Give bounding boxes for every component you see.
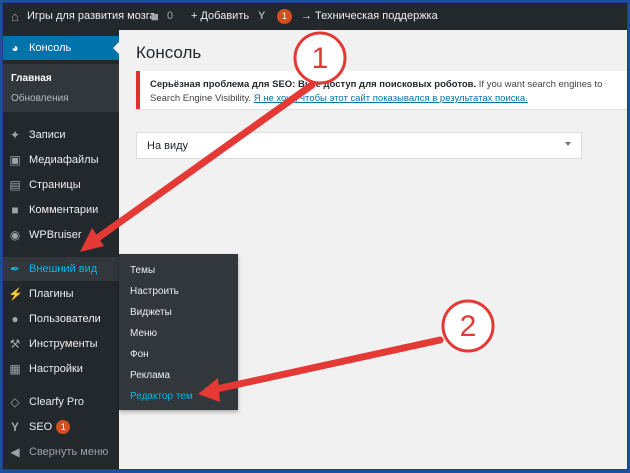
menu-media[interactable]: ▣ Медиафайлы [3, 148, 119, 172]
select-value: На виду [147, 140, 189, 152]
collapse-arrow-icon: ◀ [10, 445, 20, 459]
flyout-theme-editor[interactable]: Редактор тем [130, 391, 193, 402]
add-new-link[interactable]: + Добавить [191, 3, 249, 30]
home-icon[interactable]: ⌂ [11, 3, 19, 30]
yoast-seo-icon: Y [10, 420, 19, 434]
menu-pages[interactable]: ▤ Страницы [3, 173, 119, 197]
current-menu-arrow [113, 41, 120, 55]
flyout-ads[interactable]: Реклама [130, 370, 170, 381]
menu-clearfy[interactable]: ◇ Clearfy Pro [3, 390, 119, 414]
menu-seo[interactable]: Y SEO 1 [3, 415, 119, 439]
comment-icon[interactable]: ■ [151, 3, 159, 30]
notice-bold: Серьёзная проблема для SEO: Вы [150, 79, 316, 90]
yoast-badge[interactable]: 1 [277, 8, 292, 24]
flyout-menus[interactable]: Меню [130, 328, 157, 339]
menu-plugins[interactable]: ⚡ Плагины [3, 282, 119, 306]
admin-bar: ⌂ Игры для развития мозга ■ 0 + Добавить… [3, 3, 627, 30]
pages-icon: ▤ [9, 178, 21, 192]
collapse-menu-button[interactable]: ◀ Свернуть меню [3, 440, 119, 464]
appearance-flyout: Темы Настроить Виджеты Меню Фон Реклама … [119, 254, 238, 410]
comments-icon: ■ [11, 203, 19, 217]
notice-bold-rest: е доступ для поисковых роботов. [315, 79, 477, 90]
admin-sidebar: ◕ Консоль Главная Обновления ✦ Записи ▣ … [3, 30, 120, 469]
console-submenu: Главная Обновления [3, 64, 119, 112]
wrench-icon: ⚒ [9, 337, 21, 351]
plug-icon: ⚡ [8, 287, 23, 301]
menu-wpbruiser[interactable]: ◉ WPBruiser [3, 223, 119, 247]
yoast-icon[interactable]: Y [258, 3, 265, 30]
menu-appearance[interactable]: ✒ Внешний вид [3, 257, 119, 281]
seo-badge: 1 [56, 420, 71, 435]
menu-settings[interactable]: ▦ Настройки [3, 357, 119, 381]
menu-comments[interactable]: ■ Комментарии [3, 198, 119, 222]
notice-tail: If you want search engines to [476, 79, 603, 90]
site-name-link[interactable]: Игры для развития мозга [27, 3, 156, 30]
flyout-themes[interactable]: Темы [130, 265, 155, 276]
chevron-down-icon [565, 142, 571, 146]
page-title: Консоль [136, 43, 202, 62]
submenu-main[interactable]: Главная [11, 73, 52, 84]
screen-options-select[interactable]: На виду [136, 132, 582, 159]
menu-posts[interactable]: ✦ Записи [3, 123, 119, 147]
menu-console[interactable]: ◕ Консоль [3, 36, 119, 60]
flyout-widgets[interactable]: Виджеты [130, 307, 172, 318]
user-icon: ● [11, 312, 19, 326]
notice-line2: Search Engine Visibility. [150, 93, 252, 104]
flyout-customize[interactable]: Настроить [130, 286, 179, 297]
diamond-icon: ◇ [10, 395, 20, 409]
shield-icon: ◉ [9, 228, 21, 242]
brush-icon: ✒ [9, 262, 21, 276]
pin-icon: ✦ [9, 128, 21, 142]
submenu-updates[interactable]: Обновления [11, 93, 69, 104]
comments-count[interactable]: 0 [167, 3, 173, 30]
hide-site-link[interactable]: Я не хочу, чтобы этот сайт показывался в… [254, 93, 528, 104]
dashboard-icon: ◕ [11, 41, 19, 55]
menu-users[interactable]: ● Пользователи [3, 307, 119, 331]
support-link[interactable]: → Техническая поддержка [301, 3, 438, 30]
menu-tools[interactable]: ⚒ Инструменты [3, 332, 119, 356]
screenshot-frame: ⌂ Игры для развития мозга ■ 0 + Добавить… [2, 2, 628, 470]
seo-label: SEO [29, 421, 53, 433]
settings-icon: ▦ [9, 362, 21, 376]
media-icon: ▣ [9, 153, 21, 167]
flyout-background[interactable]: Фон [130, 349, 149, 360]
seo-notice: Серьёзная проблема для SEO: Вы е доступ … [136, 71, 627, 109]
